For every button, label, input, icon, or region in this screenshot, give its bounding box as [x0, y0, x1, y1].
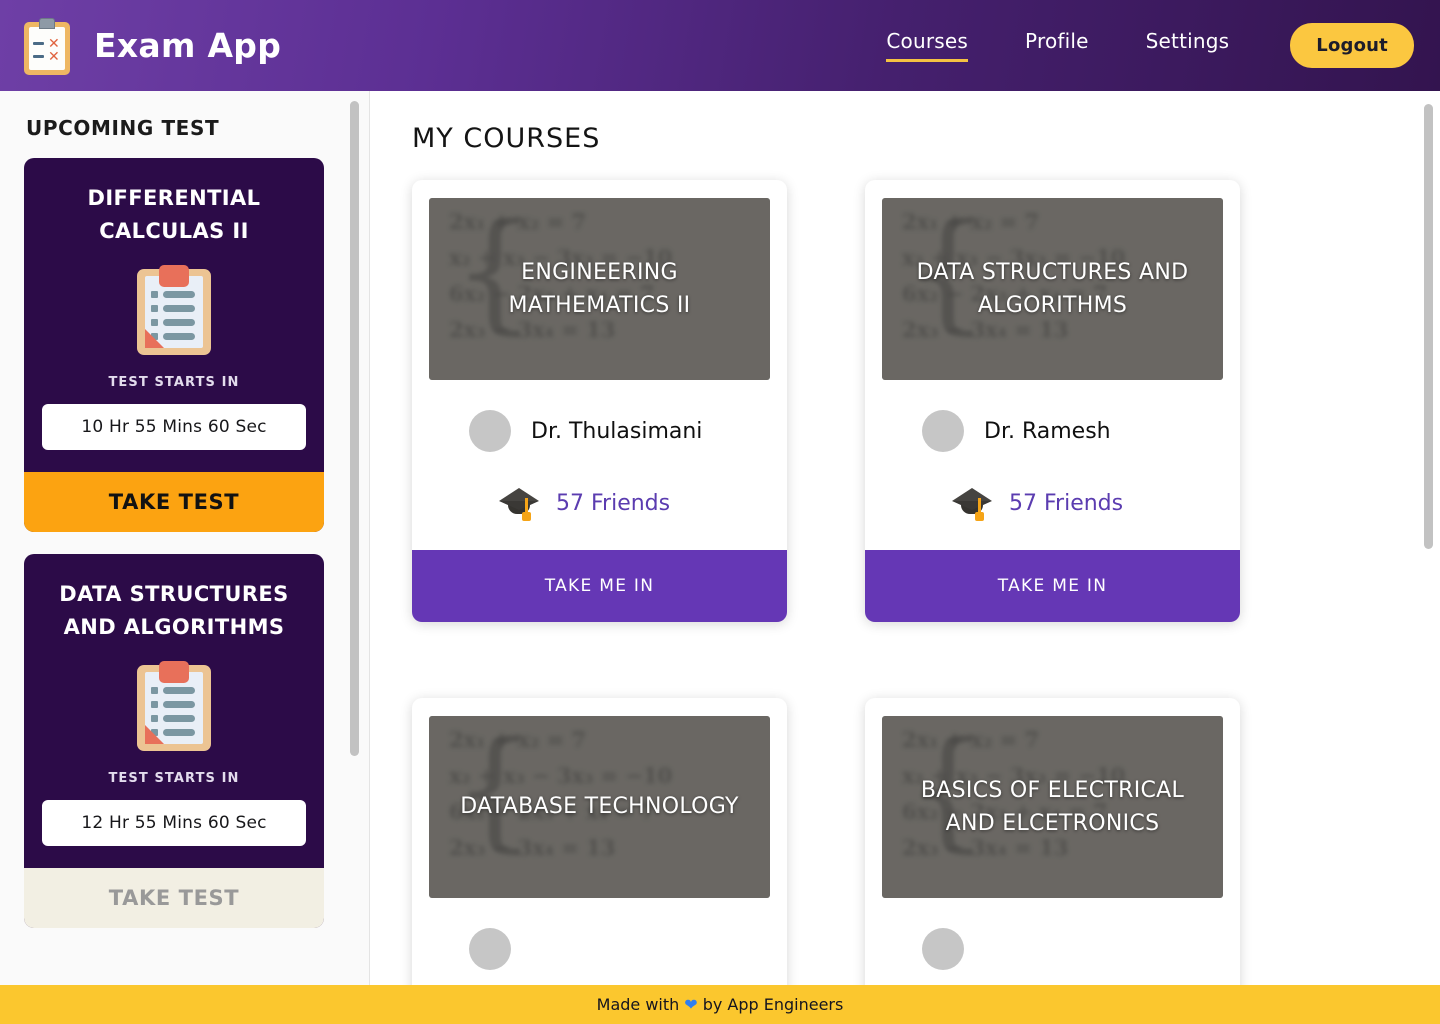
sidebar-scroll-region: DIFFERENTIAL CALCULAS II TEST STARTS IN …: [24, 158, 347, 979]
test-starts-in-label: TEST STARTS IN: [108, 771, 240, 787]
take-me-in-button[interactable]: TAKE ME IN: [412, 550, 787, 622]
instructor-name: Dr. Thulasimani: [531, 418, 703, 444]
friends-row: [412, 970, 787, 985]
nav-item-settings[interactable]: Settings: [1146, 29, 1230, 62]
app-title: Exam App: [94, 26, 282, 65]
graduation-cap-icon: [499, 486, 539, 521]
app-header: ✕ ✕ Exam App Courses Profile Settings Lo…: [0, 0, 1440, 91]
main-nav: Courses Profile Settings Logout: [886, 23, 1414, 68]
nav-item-profile[interactable]: Profile: [1025, 29, 1089, 62]
body-area: UPCOMING TEST DIFFERENTIAL CALCULAS II T…: [0, 91, 1440, 985]
clipboard-icon: [137, 661, 211, 752]
heart-icon: ❤: [684, 995, 698, 1014]
upcoming-test-sidebar: UPCOMING TEST DIFFERENTIAL CALCULAS II T…: [0, 91, 370, 985]
course-title: DATABASE TECHNOLOGY: [460, 794, 739, 820]
main-scrollbar[interactable]: [1424, 104, 1433, 549]
test-card-title: DIFFERENTIAL CALCULAS II: [87, 186, 261, 243]
course-thumbnail: { 2x₁ + x₂ = 7 x₂ + x₃ − 3x₃ = −10 6x₂ −…: [882, 716, 1223, 898]
sidebar-scrollbar[interactable]: [350, 101, 359, 756]
app-footer: Made with ❤ by App Engineers: [0, 985, 1440, 1024]
footer-suffix: by App Engineers: [702, 995, 844, 1014]
take-test-button-disabled: TAKE TEST: [24, 868, 324, 929]
avatar: [922, 410, 964, 452]
instructor-row: [865, 898, 1240, 970]
avatar: [469, 410, 511, 452]
graduation-cap-icon: [952, 486, 992, 521]
friends-row: 57 Friends: [412, 452, 787, 550]
course-grid: { 2x₁ + x₂ = 7 x₂ + x₃ − 3x₃ = −10 6x₂ −…: [410, 180, 1400, 985]
friends-row: [865, 970, 1240, 985]
brand: ✕ ✕ Exam App: [22, 17, 281, 75]
friends-row: 57 Friends: [865, 452, 1240, 550]
course-thumbnail: { 2x₁ + x₂ = 7 x₂ + x₃ − 3x₃ = −10 6x₂ −…: [429, 198, 770, 380]
test-card-title: DATA STRUCTURES AND ALGORITHMS: [59, 582, 289, 639]
footer-prefix: Made with: [596, 995, 680, 1014]
course-card[interactable]: { 2x₁ + x₂ = 7 x₂ + x₃ − 3x₃ = −10 6x₂ −…: [865, 180, 1240, 622]
instructor-row: Dr. Thulasimani: [412, 380, 787, 452]
avatar: [922, 928, 964, 970]
course-title: BASICS OF ELECTRICAL AND ELCETRONICS: [920, 777, 1185, 836]
course-thumbnail: { 2x₁ + x₂ = 7 x₂ + x₃ − 3x₃ = −10 6x₂ −…: [882, 198, 1223, 380]
instructor-name: Dr. Ramesh: [984, 418, 1111, 444]
exam-app-window: ✕ ✕ Exam App Courses Profile Settings Lo…: [0, 0, 1440, 1024]
instructor-row: Dr. Ramesh: [865, 380, 1240, 452]
countdown-value: 12 Hr 55 Mins 60 Sec: [42, 800, 306, 847]
nav-item-courses[interactable]: Courses: [886, 29, 968, 62]
friends-count: 57 Friends: [556, 490, 671, 516]
upcoming-test-card[interactable]: DATA STRUCTURES AND ALGORITHMS TEST STAR…: [24, 554, 324, 929]
instructor-row: [412, 898, 787, 970]
upcoming-test-card[interactable]: DIFFERENTIAL CALCULAS II TEST STARTS IN …: [24, 158, 324, 533]
logout-button[interactable]: Logout: [1290, 23, 1414, 68]
course-card[interactable]: { 2x₁ + x₂ = 7 x₂ + x₃ − 3x₃ = −10 6x₂ −…: [412, 698, 787, 985]
clipboard-exam-icon: ✕ ✕: [22, 17, 72, 75]
sidebar-heading: UPCOMING TEST: [26, 116, 220, 140]
friends-count: 57 Friends: [1009, 490, 1124, 516]
course-card[interactable]: { 2x₁ + x₂ = 7 x₂ + x₃ − 3x₃ = −10 6x₂ −…: [865, 698, 1240, 985]
avatar: [469, 928, 511, 970]
take-test-button[interactable]: TAKE TEST: [24, 472, 324, 533]
test-starts-in-label: TEST STARTS IN: [108, 375, 240, 391]
course-card[interactable]: { 2x₁ + x₂ = 7 x₂ + x₃ − 3x₃ = −10 6x₂ −…: [412, 180, 787, 622]
page-title: MY COURSES: [412, 123, 601, 154]
course-title: ENGINEERING MATHEMATICS II: [508, 259, 691, 318]
countdown-value: 10 Hr 55 Mins 60 Sec: [42, 404, 306, 451]
course-title: DATA STRUCTURES AND ALGORITHMS: [916, 259, 1189, 318]
take-me-in-button[interactable]: TAKE ME IN: [865, 550, 1240, 622]
course-thumbnail: { 2x₁ + x₂ = 7 x₂ + x₃ − 3x₃ = −10 6x₂ −…: [429, 716, 770, 898]
courses-main: MY COURSES { 2x₁ + x₂ = 7 x₂ + x₃ − 3x₃ …: [370, 91, 1440, 985]
clipboard-icon: [137, 265, 211, 356]
